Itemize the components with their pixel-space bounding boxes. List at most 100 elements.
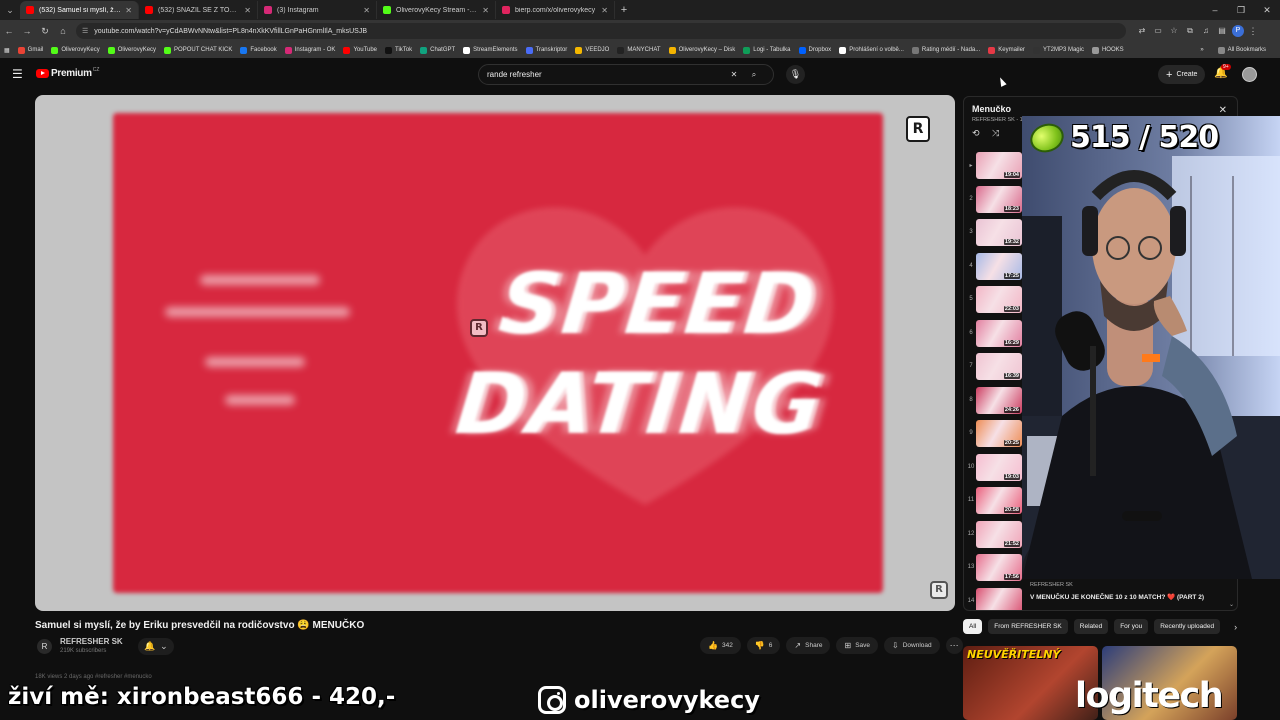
playlist-item[interactable]: 11 20:58 [964, 484, 1024, 518]
playlist-item[interactable]: 2 18:23 [964, 183, 1024, 217]
video-player[interactable]: SPEED DATING R R R [35, 95, 955, 611]
extensions-icon[interactable]: ⧉ [1182, 26, 1198, 36]
bookmark-item[interactable]: POPOUT CHAT KICK [164, 46, 232, 54]
shuffle-icon[interactable]: ⤨ [992, 128, 1012, 139]
branding-watermark-icon[interactable]: R [930, 581, 948, 599]
playlist-item[interactable]: 9 20:25 [964, 417, 1024, 451]
cast-icon[interactable]: ▭ [1150, 26, 1166, 36]
tab-search-icon[interactable]: ⌄ [0, 0, 20, 20]
bookmark-item[interactable]: OliverovyKecy [51, 46, 100, 54]
minimize-icon[interactable]: – [1202, 5, 1228, 15]
scroll-down-icon[interactable]: ⌄ [1229, 601, 1234, 608]
browser-tab[interactable]: OliverovyKecy Stream - Watch ✕ [377, 1, 496, 19]
browser-tab[interactable]: (532) Samuel si myslí, že by ✕ [20, 1, 139, 19]
back-icon[interactable]: ← [0, 26, 18, 36]
microphone-icon[interactable]: 🎙 [786, 65, 805, 84]
bookmark-item[interactable]: OliverovyKecy – Disk [668, 46, 735, 54]
browser-tab[interactable]: (532) SNAŽIL SE Z TOHO VYBR ✕ [139, 1, 258, 19]
bookmark-item[interactable]: HOOKS [1091, 46, 1124, 54]
bookmark-item[interactable]: Facebook [240, 46, 277, 54]
playlist-item[interactable]: ▸ 19:04 [964, 149, 1024, 183]
bookmark-item[interactable]: TikTok [385, 46, 412, 54]
download-button[interactable]: ⇩ Download [884, 637, 940, 654]
current-item-title[interactable]: V MENUČKU JE KONEČNE 10 z 10 MATCH? ❤️ (… [1030, 593, 1230, 602]
search-icon[interactable]: ⌕ [743, 70, 765, 80]
bookmark-item[interactable]: Keymailer [988, 46, 1025, 54]
home-icon[interactable]: ⌂ [54, 26, 72, 36]
bookmark-label: Gmail [27, 47, 44, 53]
browser-menu-icon[interactable]: ⋮ [1244, 26, 1262, 37]
profile-avatar[interactable]: P [1232, 25, 1244, 37]
site-info-icon[interactable]: ☰ [82, 27, 88, 35]
playlist-item[interactable]: 7 16:39 [964, 350, 1024, 384]
bookmark-item[interactable]: OliverovyKecy [107, 46, 156, 54]
split-icon[interactable]: ▤ [1214, 26, 1230, 36]
save-button[interactable]: ⊞ Save [836, 637, 879, 654]
playlist-item[interactable]: 5 22:03 [964, 283, 1024, 317]
dislike-button[interactable]: 👎 6 [746, 637, 781, 654]
search-input[interactable]: rande refresher [487, 70, 725, 79]
bookmark-item[interactable]: YouTube [343, 46, 377, 54]
youtube-logo[interactable]: Premium CZ [36, 67, 99, 79]
create-button[interactable]: + Create [1158, 65, 1206, 84]
bookmark-item[interactable]: Transkriptor [525, 46, 567, 54]
account-avatar[interactable] [1242, 67, 1257, 82]
playlist-item[interactable]: 12 21:52 [964, 518, 1024, 552]
filter-chip[interactable]: All [963, 619, 983, 634]
bookmark-item[interactable]: Dropbox [798, 46, 831, 54]
playlist-item[interactable]: 6 16:29 [964, 317, 1024, 351]
bookmark-item[interactable]: MANYCHAT [617, 46, 661, 54]
bookmark-item[interactable]: Rating médií - Nada... [911, 46, 980, 54]
browser-tab[interactable]: (3) Instagram ✕ [258, 1, 377, 19]
playlist-item[interactable]: 14 [964, 585, 1024, 610]
filter-chip[interactable]: Recently uploaded [1154, 619, 1221, 634]
browser-tab[interactable]: bierp.com/x/oliverovykecy ✕ [496, 1, 615, 19]
search-box[interactable]: rande refresher ✕ ⌕ [478, 64, 774, 85]
translate-icon[interactable]: ⇄ [1134, 26, 1150, 36]
filter-chip[interactable]: For you [1114, 619, 1149, 634]
forward-icon[interactable]: → [18, 26, 36, 36]
playlist-item[interactable]: 10 19:03 [964, 451, 1024, 485]
subscription-bell-button[interactable]: 🔔 ⌄ [138, 638, 174, 655]
share-button[interactable]: ↗ Share [786, 637, 831, 654]
bookmark-item[interactable]: Prohlášení o volbě... [839, 46, 904, 54]
filter-chip[interactable]: From REFRESHER SK [988, 619, 1068, 634]
reload-icon[interactable]: ↻ [36, 26, 54, 37]
close-tab-icon[interactable]: ✕ [244, 6, 251, 15]
new-tab-button[interactable]: + [615, 4, 633, 16]
close-tab-icon[interactable]: ✕ [482, 6, 489, 15]
star-icon[interactable]: ☆ [1166, 26, 1182, 36]
bookmark-item[interactable]: Logi - Tabulka [743, 46, 791, 54]
media-icon[interactable]: ♫ [1198, 26, 1214, 36]
bookmark-item[interactable]: YT2MP3 Magic [1032, 46, 1084, 54]
playlist-item[interactable]: 3 19:32 [964, 216, 1024, 250]
bookmark-item[interactable]: Instagram - OK [284, 46, 335, 54]
close-window-icon[interactable]: ✕ [1254, 5, 1280, 16]
close-playlist-icon[interactable]: ✕ [1219, 105, 1227, 116]
like-button[interactable]: 👍 342 [700, 637, 741, 654]
filter-chip[interactable]: Related [1073, 619, 1109, 634]
loop-icon[interactable]: ⟲ [972, 128, 992, 139]
bookmark-item[interactable]: Gmail [17, 46, 44, 54]
maximize-icon[interactable]: ❐ [1228, 5, 1254, 16]
channel-avatar[interactable]: R [37, 639, 52, 654]
all-bookmarks[interactable]: All Bookmarks [1217, 46, 1266, 54]
bookmark-item[interactable]: VEEDJO [575, 46, 609, 54]
close-tab-icon[interactable]: ✕ [601, 6, 608, 15]
playlist-item[interactable]: 13 17:56 [964, 551, 1024, 585]
playlist-title[interactable]: Menučko [972, 104, 1011, 114]
url-field[interactable]: ☰ youtube.com/watch?v=yCdABWvNNtw&list=P… [76, 23, 1126, 39]
bookmark-item[interactable]: StreamElements [463, 46, 518, 54]
close-tab-icon[interactable]: ✕ [363, 6, 370, 15]
clear-search-icon[interactable]: ✕ [725, 70, 743, 79]
more-actions-icon[interactable]: ⋯ [945, 637, 963, 654]
close-tab-icon[interactable]: ✕ [125, 6, 132, 15]
channel-name[interactable]: REFRESHER SK [60, 637, 123, 646]
chevron-right-icon[interactable]: › [1234, 622, 1237, 632]
apps-icon[interactable]: ▦ [4, 47, 10, 54]
menu-icon[interactable]: ☰ [12, 67, 23, 81]
playlist-item[interactable]: 8 24:26 [964, 384, 1024, 418]
playlist-item[interactable]: 4 17:25 [964, 250, 1024, 284]
bookmark-item[interactable]: ChatGPT [420, 46, 455, 54]
bookmarks-overflow-icon[interactable]: » [1200, 47, 1203, 53]
